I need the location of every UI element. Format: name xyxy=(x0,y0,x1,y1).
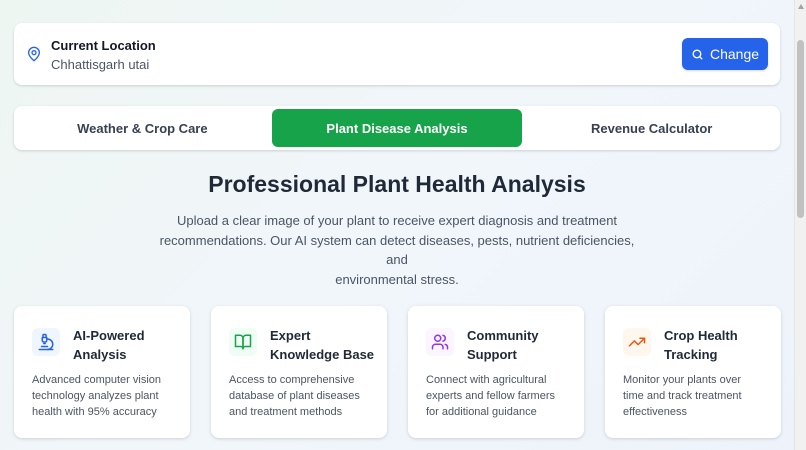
feature-title-line: Community xyxy=(467,328,539,343)
intro-text: Upload a clear image of your plant to re… xyxy=(147,211,647,289)
search-icon xyxy=(692,48,703,60)
change-location-button[interactable]: Change xyxy=(682,38,768,70)
feature-desc-line: Advanced computer vision xyxy=(32,374,162,386)
current-location-card: Current Location Chhattisgarh utai Chang… xyxy=(14,23,780,85)
feature-title: Expert Knowledge Base xyxy=(270,326,382,364)
change-button-label: Change xyxy=(709,46,760,62)
feature-desc-line: health with 95% accuracy xyxy=(32,406,157,418)
scrollbar-thumb[interactable] xyxy=(797,40,804,218)
feature-title-line: AI-Powered xyxy=(73,328,145,343)
feature-title: Community Support xyxy=(467,326,579,364)
users-icon xyxy=(426,328,454,356)
location-value: Chhattisgarh utai xyxy=(51,57,150,72)
feature-desc-line: effectiveness xyxy=(623,406,688,418)
feature-desc-line: for additional guidance xyxy=(426,406,537,418)
feature-title: Crop Health Tracking xyxy=(664,326,776,364)
feature-desc-line: experts and fellow farmers xyxy=(426,390,555,402)
feature-description: Monitor your plants over time and track … xyxy=(623,372,773,420)
feature-desc-line: database of plant diseases xyxy=(229,390,360,402)
tab-plant-disease-analysis[interactable]: Plant Disease Analysis xyxy=(271,109,523,147)
feature-card-ai-analysis: AI-Powered Analysis Advanced computer vi… xyxy=(14,306,190,438)
tab-revenue-calculator[interactable]: Revenue Calculator xyxy=(526,109,777,147)
feature-title: AI-Powered Analysis xyxy=(73,326,185,364)
scroll-up-arrow-icon[interactable] xyxy=(798,4,804,9)
page-title: Professional Plant Health Analysis xyxy=(208,171,586,197)
feature-title-line: Tracking xyxy=(664,347,718,362)
feature-card-community-support: Community Support Connect with agricultu… xyxy=(408,306,584,438)
feature-description: Advanced computer vision technology anal… xyxy=(32,372,182,420)
feature-card-knowledge-base: Expert Knowledge Base Access to comprehe… xyxy=(211,306,387,438)
feature-desc-line: time and track treatment xyxy=(623,390,742,402)
feature-title-line: Analysis xyxy=(73,347,127,362)
main-tabs: Weather & Crop Care Plant Disease Analys… xyxy=(14,106,780,150)
feature-title-line: Knowledge Base xyxy=(270,347,375,362)
book-icon xyxy=(229,328,257,356)
feature-desc-line: Access to comprehensive xyxy=(229,374,355,386)
feature-title-line: Expert xyxy=(270,328,311,343)
intro-line-1: Upload a clear image of your plant to re… xyxy=(176,213,618,228)
page-scrollbar[interactable] xyxy=(794,0,806,450)
feature-description: Connect with agricultural experts and fe… xyxy=(426,372,576,420)
feature-title-line: Crop Health xyxy=(664,328,738,343)
map-pin-icon xyxy=(28,46,40,62)
feature-desc-line: Monitor your plants over xyxy=(623,374,741,386)
tab-weather-crop-care[interactable]: Weather & Crop Care xyxy=(17,109,268,147)
feature-card-crop-health-tracking: Crop Health Tracking Monitor your plants… xyxy=(605,306,781,438)
trending-up-icon xyxy=(623,328,651,356)
intro-line-2: recommendations. Our AI system can detec… xyxy=(159,232,635,268)
feature-title-line: Support xyxy=(467,347,517,362)
microscope-icon xyxy=(32,328,60,356)
feature-desc-line: technology analyzes plant xyxy=(32,390,159,402)
feature-desc-line: and treatment methods xyxy=(229,406,343,418)
location-title: Current Location xyxy=(51,38,156,53)
feature-desc-line: Connect with agricultural xyxy=(426,374,547,386)
feature-description: Access to comprehensive database of plan… xyxy=(229,372,379,420)
intro-line-3: environmental stress. xyxy=(335,271,459,287)
